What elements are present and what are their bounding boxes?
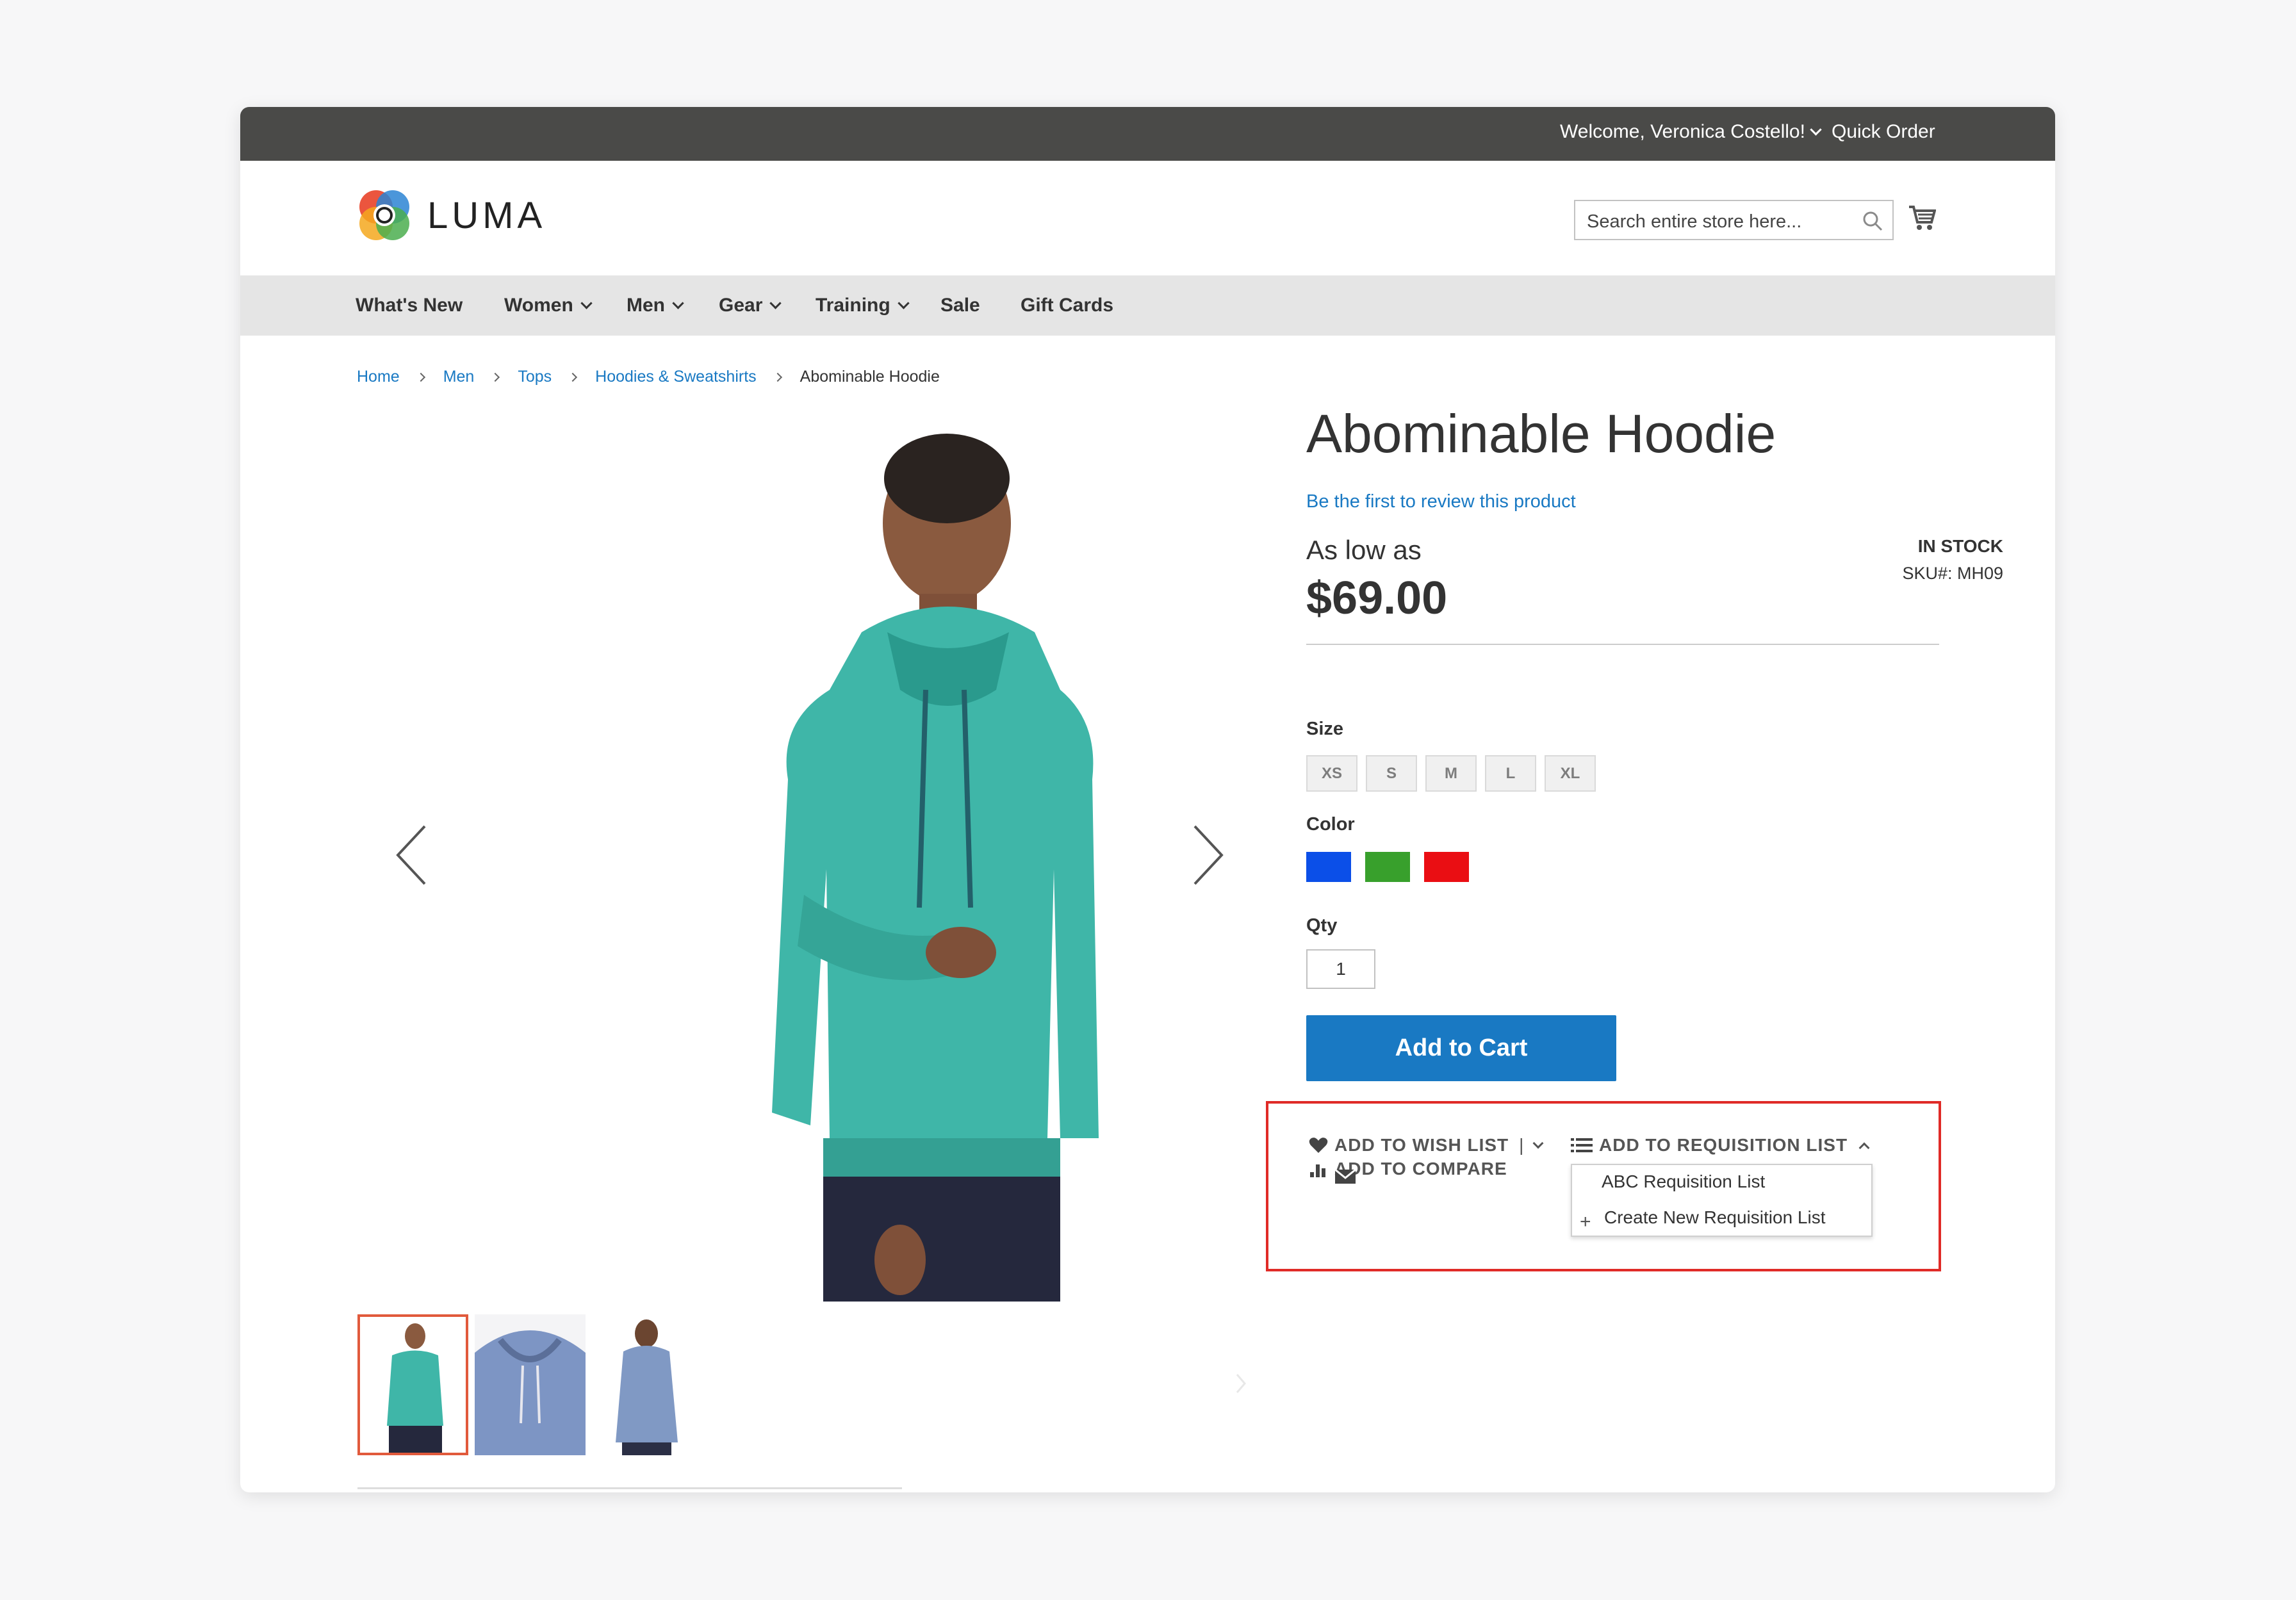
compare-label: ADD TO COMPARE bbox=[1334, 1159, 1507, 1179]
nav-item-gear[interactable]: Gear bbox=[719, 295, 782, 316]
search-icon[interactable] bbox=[1862, 210, 1883, 232]
color-option-red[interactable] bbox=[1424, 852, 1469, 882]
requisition-option-abc[interactable]: ABC Requisition List bbox=[1602, 1171, 1765, 1192]
heart-icon bbox=[1309, 1138, 1328, 1153]
chevron-down-icon bbox=[897, 297, 910, 309]
add-to-wish-list-link[interactable]: ADD TO WISH LIST | bbox=[1309, 1135, 1544, 1155]
chevron-up-icon bbox=[1858, 1142, 1870, 1154]
breadcrumb-men[interactable]: Men bbox=[443, 368, 475, 386]
nav-item-label: What's New bbox=[356, 295, 463, 316]
size-label: Size bbox=[1306, 719, 1344, 739]
logo-text: LUMA bbox=[427, 194, 546, 236]
size-option-m[interactable]: M bbox=[1425, 755, 1477, 792]
color-option-blue[interactable] bbox=[1306, 852, 1351, 882]
divider bbox=[1306, 644, 1939, 645]
wish-list-label: ADD TO WISH LIST bbox=[1334, 1135, 1509, 1155]
size-option-l[interactable]: L bbox=[1485, 755, 1536, 792]
quick-order-link[interactable]: Quick Order bbox=[1832, 121, 1935, 143]
search-input[interactable]: Search entire store here... bbox=[1574, 200, 1894, 240]
thumbnail-image bbox=[360, 1317, 466, 1453]
product-title: Abominable Hoodie bbox=[1306, 404, 1776, 464]
nav-item-training[interactable]: Training bbox=[816, 295, 910, 316]
review-link[interactable]: Be the first to review this product bbox=[1306, 491, 1576, 512]
breadcrumb-current: Abominable Hoodie bbox=[800, 368, 940, 386]
previous-image-arrow-icon[interactable] bbox=[393, 823, 431, 887]
chevron-right-icon bbox=[416, 372, 425, 382]
main-navigation: What's New Women Men Gear Training Sale … bbox=[240, 275, 2055, 336]
nav-item-whats-new[interactable]: What's New bbox=[356, 295, 463, 316]
add-to-requisition-list-button[interactable]: ADD TO REQUISITION LIST bbox=[1571, 1135, 1870, 1155]
color-option-green[interactable] bbox=[1365, 852, 1410, 882]
thumbnail-image bbox=[475, 1314, 586, 1455]
product-sku: SKU#: MH09 bbox=[1902, 564, 2003, 583]
thumbnail-2[interactable] bbox=[475, 1314, 586, 1455]
separator: | bbox=[1519, 1135, 1525, 1155]
chevron-right-icon bbox=[773, 372, 782, 382]
nav-item-label: Sale bbox=[940, 295, 980, 316]
chevron-down-icon bbox=[580, 297, 593, 309]
thumbnail-image bbox=[591, 1314, 702, 1455]
luma-logo-icon bbox=[359, 190, 409, 240]
nav-item-women[interactable]: Women bbox=[504, 295, 593, 316]
thumbnail-1[interactable] bbox=[357, 1314, 468, 1455]
breadcrumb-home[interactable]: Home bbox=[357, 368, 400, 386]
thumbnail-3[interactable] bbox=[591, 1314, 702, 1455]
nav-item-men[interactable]: Men bbox=[627, 295, 684, 316]
browser-page: Welcome, Veronica Costello! Quick Order … bbox=[240, 107, 2055, 1492]
chevron-down-icon bbox=[672, 297, 684, 309]
requisition-dropdown: ABC Requisition List + Create New Requis… bbox=[1571, 1164, 1873, 1237]
nav-item-label: Gear bbox=[719, 295, 763, 316]
price-prefix: As low as bbox=[1306, 535, 1422, 565]
breadcrumb: Home Men Tops Hoodies & Sweatshirts Abom… bbox=[357, 368, 940, 386]
size-option-s[interactable]: S bbox=[1366, 755, 1417, 792]
breadcrumb-tops[interactable]: Tops bbox=[518, 368, 552, 386]
welcome-text: Welcome, Veronica Costello! bbox=[1560, 121, 1805, 142]
nav-item-gift-cards[interactable]: Gift Cards bbox=[1021, 295, 1113, 316]
requisition-option-create-new[interactable]: Create New Requisition List bbox=[1604, 1207, 1826, 1228]
luma-logo[interactable]: LUMA bbox=[356, 186, 546, 244]
chevron-down-icon bbox=[769, 297, 782, 309]
nav-item-label: Women bbox=[504, 295, 573, 316]
breadcrumb-hoodies[interactable]: Hoodies & Sweatshirts bbox=[595, 368, 757, 386]
chevron-down-icon bbox=[1810, 123, 1822, 136]
qty-input[interactable]: 1 bbox=[1306, 949, 1375, 989]
plus-icon: + bbox=[1580, 1211, 1591, 1232]
top-bar: Welcome, Veronica Costello! Quick Order bbox=[240, 107, 2055, 161]
chevron-down-icon[interactable] bbox=[1532, 1138, 1544, 1149]
compare-icon bbox=[1310, 1164, 1325, 1177]
chevron-right-icon bbox=[491, 372, 500, 382]
thumbnails-next-icon[interactable] bbox=[1234, 1372, 1247, 1395]
list-icon bbox=[1571, 1138, 1593, 1152]
requisition-label: ADD TO REQUISITION LIST bbox=[1599, 1135, 1848, 1155]
search-placeholder: Search entire store here... bbox=[1587, 211, 1802, 232]
color-label: Color bbox=[1306, 814, 1355, 835]
nav-item-sale[interactable]: Sale bbox=[940, 295, 980, 316]
product-main-image[interactable] bbox=[650, 421, 1227, 1302]
nav-item-label: Gift Cards bbox=[1021, 295, 1114, 316]
divider bbox=[357, 1487, 902, 1489]
qty-label: Qty bbox=[1306, 915, 1338, 936]
size-option-xl[interactable]: XL bbox=[1545, 755, 1596, 792]
stock-status: IN STOCK bbox=[1917, 536, 2003, 556]
mail-icon[interactable] bbox=[1334, 1169, 1356, 1184]
cart-icon[interactable] bbox=[1908, 204, 1936, 231]
chevron-right-icon bbox=[568, 372, 578, 382]
next-image-arrow-icon[interactable] bbox=[1188, 823, 1227, 887]
size-option-xs[interactable]: XS bbox=[1306, 755, 1357, 792]
product-price: $69.00 bbox=[1306, 573, 1448, 624]
add-to-cart-button[interactable]: Add to Cart bbox=[1306, 1015, 1616, 1081]
nav-item-label: Training bbox=[816, 295, 890, 316]
nav-item-label: Men bbox=[627, 295, 665, 316]
welcome-menu[interactable]: Welcome, Veronica Costello! bbox=[1560, 121, 1822, 143]
